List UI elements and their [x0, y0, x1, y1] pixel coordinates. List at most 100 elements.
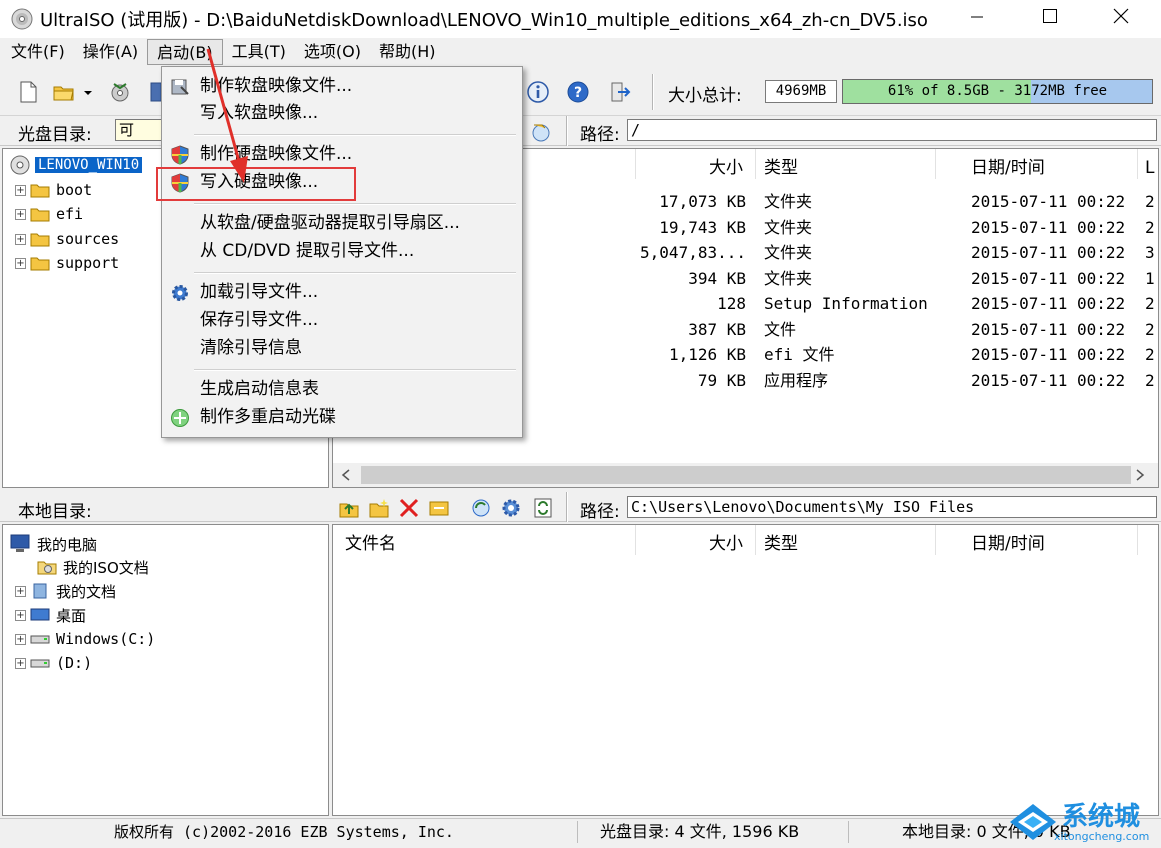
title-bar: UltraISO (试用版) - D:\BaiduNetdiskDownload…: [0, 0, 1161, 38]
path-separator: [566, 116, 568, 146]
up-folder-icon[interactable]: [338, 497, 360, 519]
local-path-bar: 本地目录: 路径: C:\Users\Lenovo\Documents\My I…: [0, 492, 1161, 522]
annotation-arrow-icon: [206, 48, 248, 183]
info-icon[interactable]: [526, 80, 550, 104]
col-l[interactable]: L: [1145, 149, 1154, 185]
column-separator: [1137, 149, 1138, 179]
tree-label: support: [56, 254, 120, 272]
expand-icon[interactable]: +: [15, 257, 26, 269]
settings-gear-icon[interactable]: [500, 497, 522, 519]
tree-item-drive-c[interactable]: + Windows(C:): [15, 628, 155, 650]
folder-icon: [30, 184, 50, 198]
expand-icon[interactable]: +: [15, 233, 26, 245]
cell-l: 3: [1145, 243, 1155, 262]
menu-extract-boot-sector[interactable]: 从软盘/硬盘驱动器提取引导扇区...: [164, 210, 520, 237]
menu-gen-boot-info-table[interactable]: 生成启动信息表: [164, 376, 520, 403]
cell-type: 文件夹: [764, 268, 813, 288]
menu-options[interactable]: 选项(O): [295, 39, 370, 65]
tree-item-my-docs[interactable]: + 我的文档: [15, 580, 116, 602]
new-file-icon[interactable]: [16, 80, 40, 104]
iso-path-label: 路径:: [580, 125, 620, 145]
disc-refresh-icon[interactable]: [530, 121, 552, 143]
expand-icon[interactable]: +: [15, 657, 26, 669]
tree-label: 桌面: [56, 606, 87, 625]
cell-l: 2: [1145, 345, 1155, 364]
local-path-label: 路径:: [580, 502, 620, 522]
tree-item-support[interactable]: + support: [15, 252, 119, 274]
cell-type: 文件夹: [764, 243, 813, 262]
size-total-value: 4969MB: [765, 80, 837, 103]
tree-item-computer[interactable]: 我的电脑: [9, 533, 97, 555]
scroll-left-icon[interactable]: [341, 469, 351, 481]
menu-help[interactable]: 帮助(H): [370, 39, 445, 65]
expand-icon[interactable]: +: [15, 633, 26, 645]
expand-icon[interactable]: +: [15, 585, 26, 597]
expand-icon[interactable]: +: [15, 609, 26, 621]
col-filename[interactable]: 文件名: [345, 525, 396, 561]
delete-icon[interactable]: [398, 497, 420, 519]
iso-path-field[interactable]: /: [627, 119, 1157, 141]
tree-item-iso-docs[interactable]: 我的ISO文档: [37, 556, 149, 578]
new-folder-icon[interactable]: [368, 497, 390, 519]
col-type[interactable]: 类型: [764, 149, 798, 185]
scroll-right-icon[interactable]: [1135, 469, 1145, 481]
menu-actions[interactable]: 操作(A): [74, 39, 147, 65]
local-path-field[interactable]: C:\Users\Lenovo\Documents\My ISO Files: [627, 496, 1157, 518]
multiboot-disc-icon: [171, 409, 189, 427]
status-bar: 版权所有 (c)2002-2016 EZB Systems, Inc. 光盘目录…: [0, 818, 1161, 848]
col-size[interactable]: 大小: [709, 525, 743, 561]
path-separator: [566, 492, 568, 522]
menu-extract-boot-file[interactable]: 从 CD/DVD 提取引导文件...: [164, 238, 520, 265]
chevron-down-icon[interactable]: [83, 90, 93, 96]
col-type[interactable]: 类型: [764, 525, 798, 561]
cell-type: efi 文件: [764, 345, 835, 364]
folder-icon: [30, 257, 50, 271]
tree-root-label: LENOVO_WIN10: [35, 157, 143, 173]
tree-item-drive-d[interactable]: + (D:): [15, 652, 92, 674]
minimize-button[interactable]: [949, 0, 1005, 32]
horizontal-scrollbar[interactable]: [333, 463, 1158, 487]
cell-date: 2015-07-11 00:22: [971, 268, 1126, 288]
col-date[interactable]: 日期/时间: [971, 525, 1045, 561]
menu-make-multiboot-disc[interactable]: 制作多重启动光碟: [164, 404, 520, 431]
exit-icon[interactable]: [608, 80, 632, 104]
cell-date: 2015-07-11 00:22: [971, 345, 1126, 364]
status-copyright: 版权所有 (c)2002-2016 EZB Systems, Inc.: [114, 823, 454, 841]
cell-date: 2015-07-11 00:22: [971, 370, 1126, 390]
watermark: 系统城 xitongcheng.com: [1008, 796, 1158, 846]
cell-l: 2: [1145, 192, 1155, 211]
menu-clear-boot-info[interactable]: 清除引导信息: [164, 335, 520, 362]
cell-type: 文件: [764, 319, 797, 339]
scroll-thumb[interactable]: [361, 466, 1131, 484]
maximize-button[interactable]: [1022, 0, 1078, 32]
refresh-icon[interactable]: [470, 497, 492, 519]
tree-item-sources[interactable]: + sources: [15, 228, 119, 250]
close-button[interactable]: [1093, 0, 1149, 32]
cell-type: 文件夹: [764, 192, 813, 211]
tree-label: 我的电脑: [37, 535, 98, 554]
tree-root[interactable]: LENOVO_WIN10: [9, 154, 143, 176]
col-size[interactable]: 大小: [709, 149, 743, 185]
open-folder-icon[interactable]: [52, 80, 76, 104]
tree-item-boot[interactable]: + boot: [15, 179, 92, 201]
extract-disc-icon[interactable]: [108, 80, 132, 104]
sync-icon[interactable]: [532, 497, 554, 519]
tree-item-efi[interactable]: + efi: [15, 203, 83, 225]
menu-file[interactable]: 文件(F): [2, 39, 74, 65]
col-date[interactable]: 日期/时间: [971, 149, 1045, 185]
cd-icon: [10, 155, 30, 175]
menu-load-boot-file[interactable]: 加载引导文件...: [164, 279, 520, 306]
iso-dir-field[interactable]: 可: [115, 119, 165, 141]
cell-l: 2: [1145, 370, 1155, 390]
cell-date: 2015-07-11 00:22: [971, 243, 1126, 262]
expand-icon[interactable]: +: [15, 208, 26, 220]
help-icon[interactable]: ?: [566, 80, 590, 104]
menu-save-boot-file[interactable]: 保存引导文件...: [164, 307, 520, 334]
tree-item-desktop[interactable]: + 桌面: [15, 604, 86, 626]
rename-icon[interactable]: [428, 497, 450, 519]
menu-label: 制作多重启动光碟: [200, 407, 336, 427]
folder-icon: [30, 208, 50, 222]
menu-separator: [194, 369, 516, 371]
expand-icon[interactable]: +: [15, 184, 26, 196]
close-icon: [1113, 8, 1129, 24]
